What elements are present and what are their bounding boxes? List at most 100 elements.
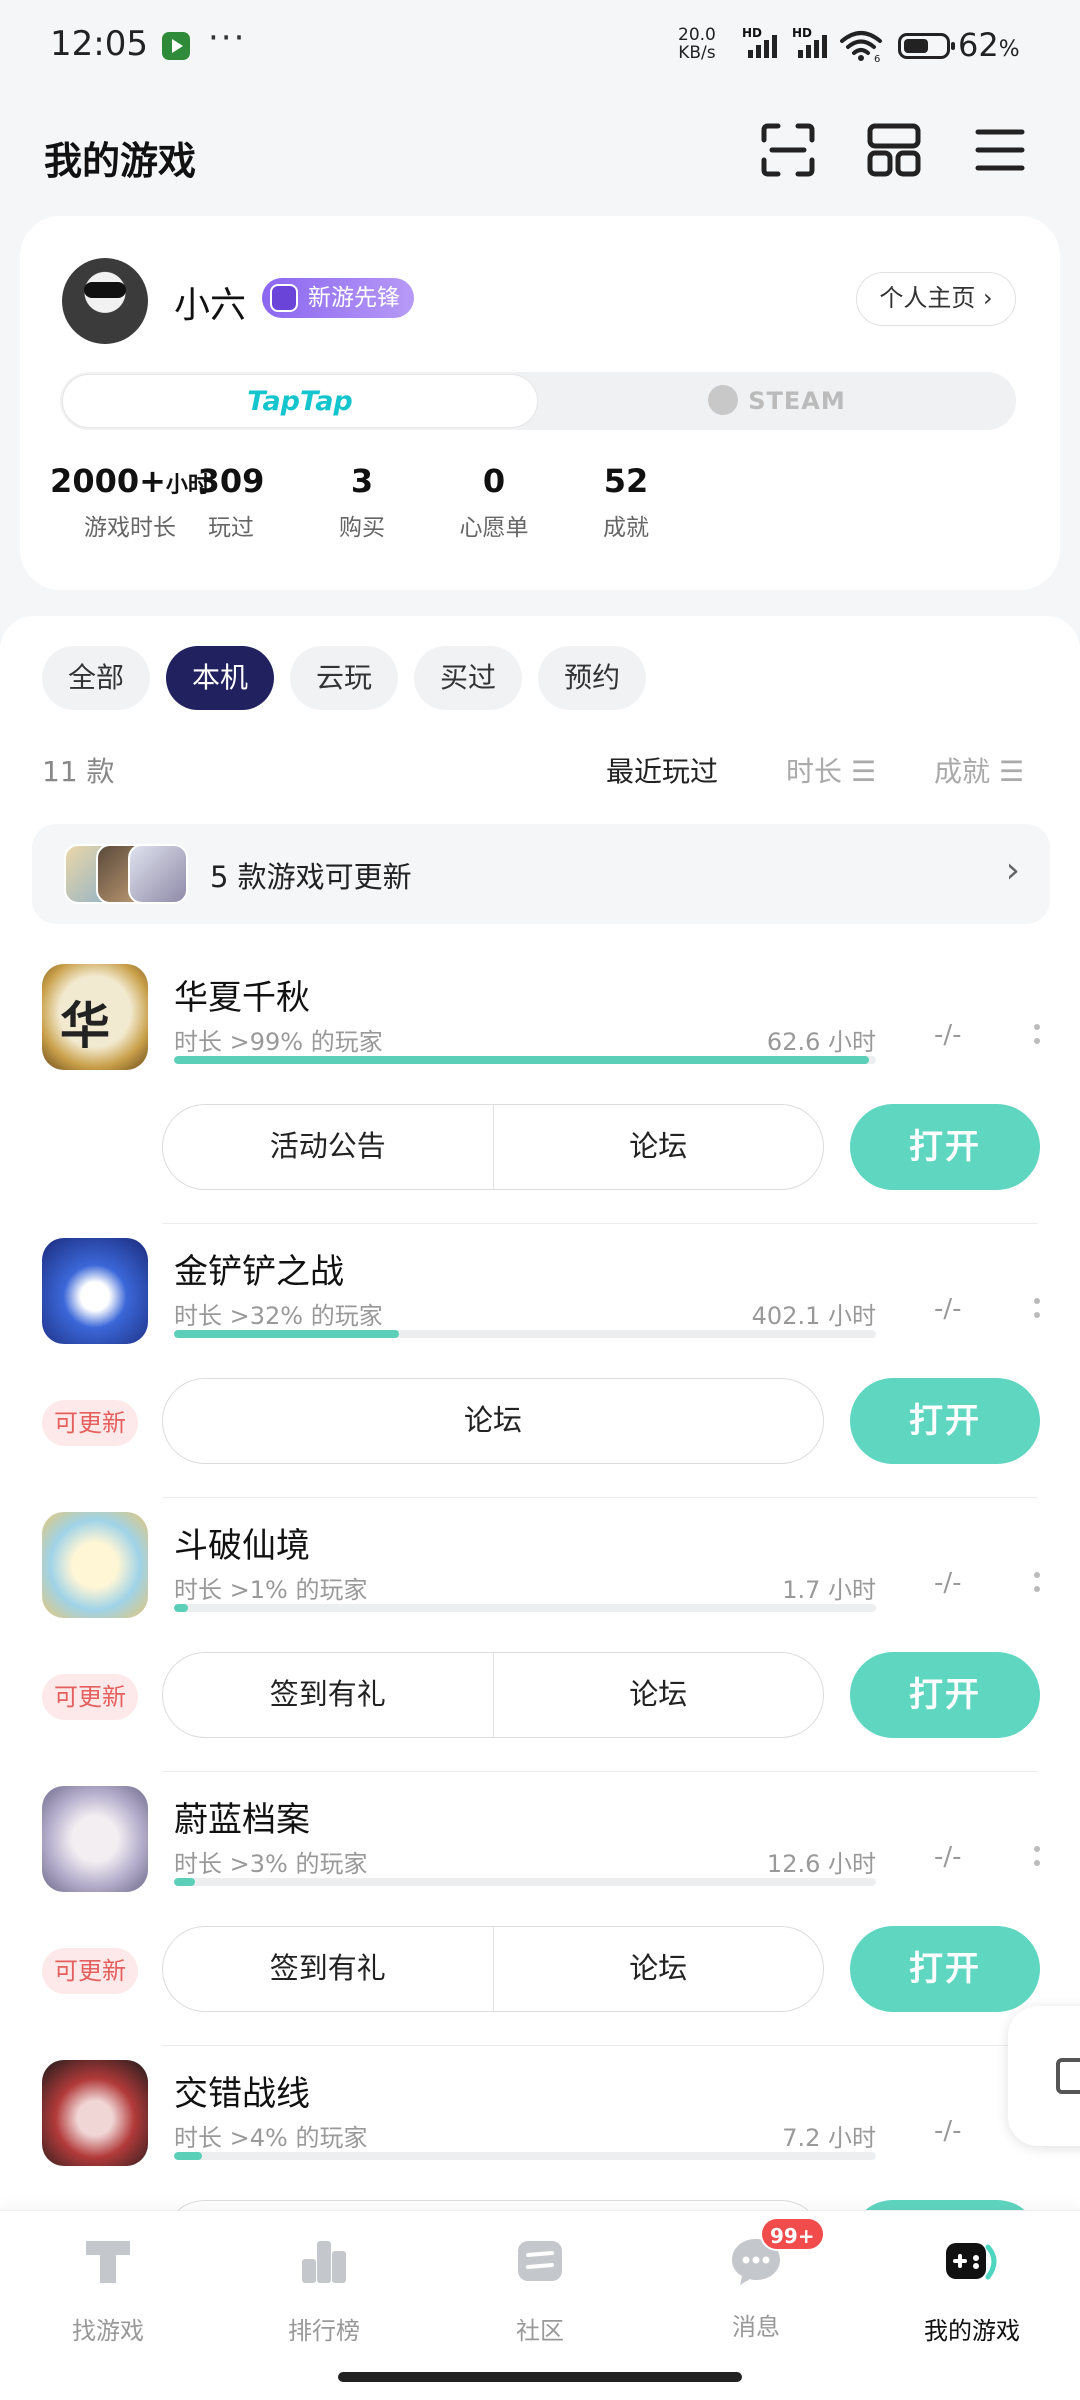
game-icon-glyph: 华 [60,996,110,1055]
check-in-button[interactable]: 签到有礼 [163,1653,493,1737]
badge-label: 新游先锋 [308,285,400,311]
playtime-percentile: 时长 >3% 的玩家 [174,1850,368,1878]
update-badge: 可更新 [42,1674,138,1720]
game-icon[interactable]: 华 [42,964,148,1070]
check-in-button[interactable]: 签到有礼 [163,1927,493,2011]
game-item[interactable]: 蔚蓝档案 时长 >3% 的玩家 12.6 小时 -/- 可更新 签到有礼 论坛 … [0,1772,1080,2046]
signal-1-icon: HD [742,26,786,58]
game-name: 蔚蓝档案 [174,1800,310,1840]
floating-side-button[interactable] [1008,2006,1080,2146]
playtime-hours: 1.7 小时 [782,1576,876,1604]
nav-messages[interactable]: 99+ 消息 [648,2217,864,2342]
playtime-progress [174,1056,876,1064]
open-game-button[interactable]: 打开 [850,1652,1040,1738]
game-icon[interactable] [42,1512,148,1618]
rating-placeholder: -/- [934,1568,962,1598]
more-options-icon[interactable] [1034,1846,1040,1872]
open-game-button[interactable]: 打开 [850,1104,1040,1190]
sort-playtime[interactable]: 时长 ☰ [786,750,876,790]
playtime-progress [174,1878,876,1886]
scan-icon[interactable] [758,120,818,180]
rating-placeholder: -/- [934,1842,962,1872]
game-name: 交错战线 [174,2074,310,2114]
nav-my-games[interactable]: 我的游戏 [864,2231,1080,2346]
nav-ranking[interactable]: 排行榜 [216,2231,432,2346]
battery-unit: % [998,37,1020,62]
more-options-icon[interactable] [1034,1572,1040,1598]
game-icon[interactable] [42,1786,148,1892]
nav-label: 社区 [516,2317,564,2345]
more-notifications-icon: ··· [208,18,247,58]
playtime-progress [174,1330,876,1338]
playtime-percentile: 时长 >99% 的玩家 [174,1028,383,1056]
nav-community[interactable]: 社区 [432,2231,648,2346]
chevron-right-icon: › [1005,850,1020,891]
more-options-icon[interactable] [1034,1298,1040,1324]
wifi-sub: 6 [874,54,880,62]
stat-label: 成就 [603,515,649,541]
sort-recent[interactable]: 最近玩过 [606,750,718,790]
filter-cloud[interactable]: 云玩 [290,646,399,710]
filter-bought[interactable]: 买过 [414,646,523,710]
platform-steam-tab[interactable]: STEAM [538,372,1016,430]
discover-icon [86,2241,130,2283]
update-game-thumbnails [64,844,188,904]
playtime-percentile: 时长 >4% 的玩家 [174,2124,368,2152]
profile-home-button[interactable]: 个人主页 › [856,272,1016,326]
update-notice[interactable]: 5 款游戏可更新 › [32,824,1050,924]
avatar[interactable] [62,258,148,344]
more-options-icon[interactable] [1034,1024,1040,1050]
game-name: 斗破仙境 [174,1526,310,1566]
signal-2-icon: HD [792,26,836,58]
playtime-hours: 7.2 小时 [782,2124,876,2152]
update-notice-text: 5 款游戏可更新 [210,860,412,894]
forum-button[interactable]: 论坛 [492,1653,824,1737]
playtime-hours: 402.1 小时 [751,1302,876,1330]
game-item[interactable]: 华 华夏千秋 时长 >99% 的玩家 62.6 小时 -/- 活动公告 论坛 打… [0,950,1080,1224]
open-game-button[interactable]: 打开 [850,1378,1040,1464]
playtime-progress [174,1604,876,1612]
game-item[interactable]: 斗破仙境 时长 >1% 的玩家 1.7 小时 -/- 可更新 签到有礼 论坛 打… [0,1498,1080,1772]
game-actions: 论坛 [162,1378,824,1464]
rating-placeholder: -/- [934,1020,962,1050]
stats-row: 2000+小时 游戏时长 309 玩过 3 购买 0 心愿单 52 成就 [20,462,1060,562]
home-indicator[interactable] [338,2372,742,2382]
platform-taptap-tab[interactable]: TapTap [62,374,538,428]
stat-value: 52 [603,462,649,500]
sort-achievements[interactable]: 成就 ☰ [934,750,1024,790]
notification-app-icon [162,32,190,60]
menu-icon[interactable] [970,120,1030,180]
floating-icon [1056,2058,1080,2094]
game-icon[interactable] [42,2060,148,2166]
game-count: 11 款 [42,755,115,788]
platform-switch: TapTap STEAM [60,372,1016,430]
forum-button[interactable]: 论坛 [492,1927,824,2011]
wifi-icon: 6 [840,31,882,62]
my-games-icon [946,2243,997,2280]
forum-button[interactable]: 论坛 [163,1379,823,1463]
filter-all[interactable]: 全部 [42,646,151,710]
message-icon-wrap: 99+ [726,2217,825,2291]
battery-value: 62 [958,26,999,64]
playtime-hours: 12.6 小时 [766,1850,876,1878]
stat-achievements[interactable]: 52 成就 [526,462,726,542]
status-bar: 12:05 ··· 20.0 KB/s HD HD 6 62% [0,0,1080,90]
game-item[interactable]: 金铲铲之战 时长 >32% 的玩家 402.1 小时 -/- 可更新 论坛 打开 [0,1224,1080,1498]
forum-button[interactable]: 论坛 [492,1105,824,1189]
rating-placeholder: -/- [934,2116,962,2146]
ranking-icon [302,2241,346,2283]
open-game-button[interactable]: 打开 [850,1926,1040,2012]
game-actions: 签到有礼 论坛 [162,1652,824,1738]
filter-chips: 全部 本机 云玩 买过 预约 [42,646,647,710]
nav-discover[interactable]: 找游戏 [0,2231,216,2346]
status-time: 12:05 [50,24,148,64]
update-badge: 可更新 [42,1948,138,1994]
update-badge: 可更新 [42,1400,138,1446]
playtime-percentile: 时长 >1% 的玩家 [174,1576,368,1604]
game-icon[interactable] [42,1238,148,1344]
user-badge[interactable]: 新游先锋 [262,278,414,318]
grid-icon[interactable] [864,120,924,180]
filter-reserved[interactable]: 预约 [538,646,647,710]
announcement-button[interactable]: 活动公告 [163,1105,493,1189]
filter-local[interactable]: 本机 [166,646,275,710]
